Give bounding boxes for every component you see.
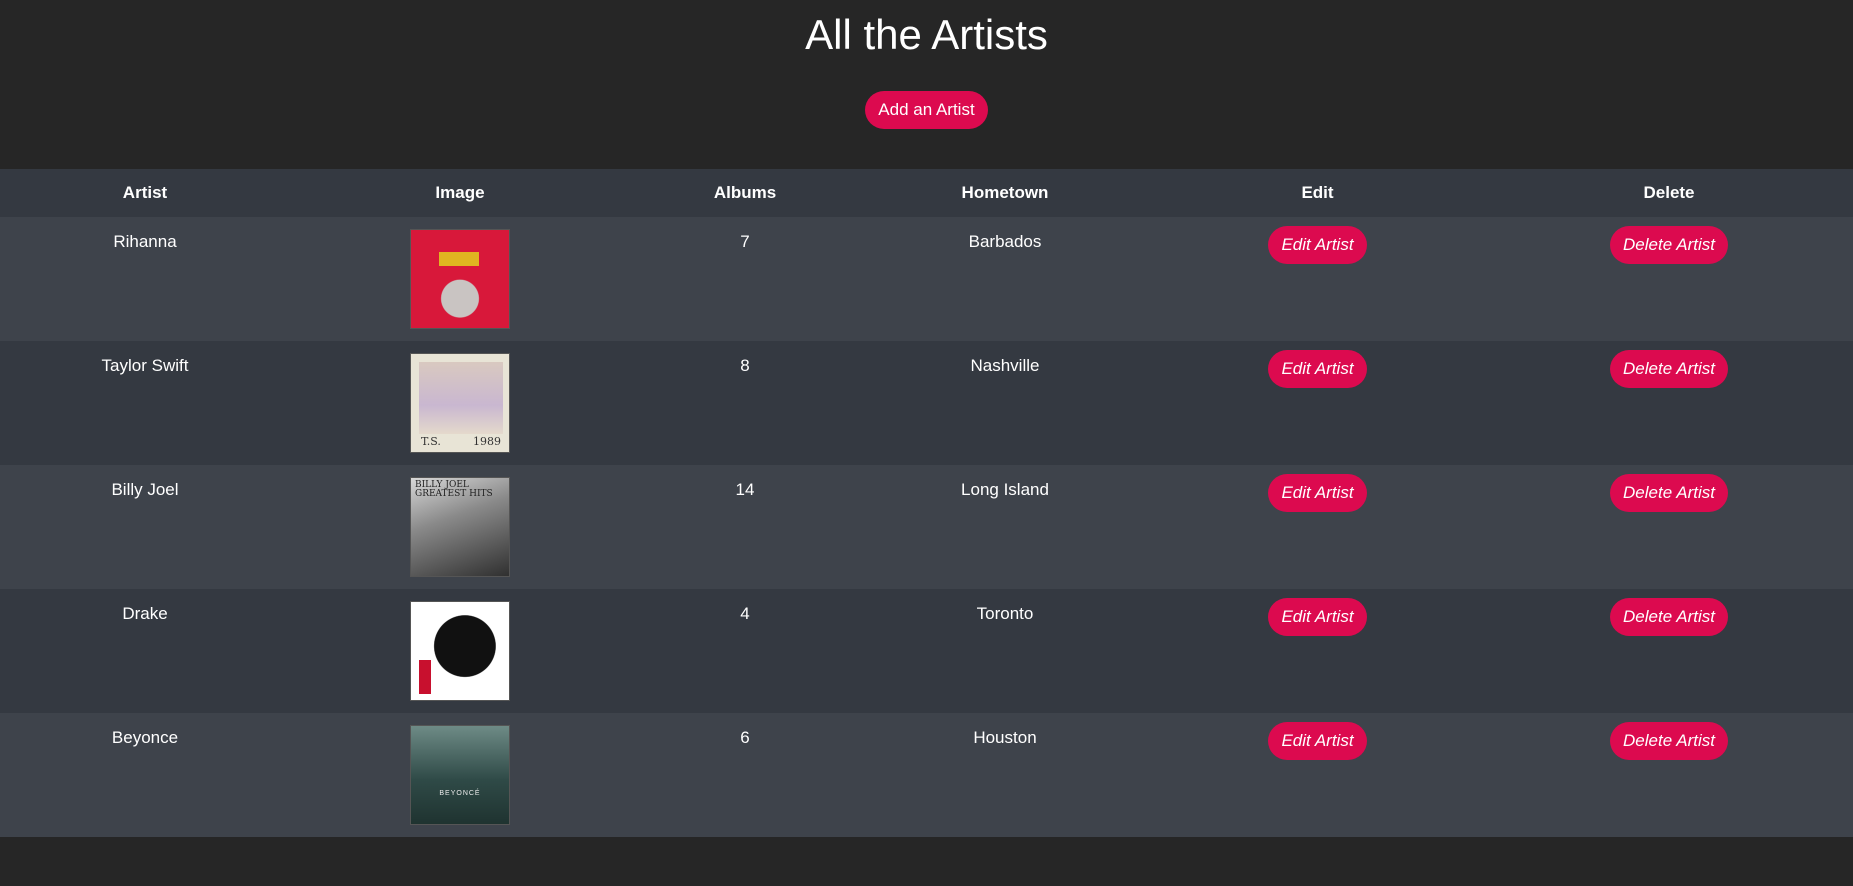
album-cover-image	[410, 229, 510, 329]
delete-artist-button[interactable]: Delete Artist	[1610, 598, 1728, 636]
cover-accent	[419, 660, 431, 694]
cover-caption: BEYONCÉ	[439, 790, 481, 797]
add-artist-button[interactable]: Add an Artist	[865, 91, 988, 129]
table-row: Taylor Swift T.S. 1989 8 Nashville Edit A…	[0, 341, 1853, 465]
edit-cell: Edit Artist	[1150, 217, 1485, 341]
image-cell: BILLY JOEL GREATEST HITS	[290, 465, 630, 589]
page-title: All the Artists	[805, 11, 1048, 58]
edit-artist-button[interactable]: Edit Artist	[1268, 226, 1367, 264]
album-count: 8	[630, 341, 860, 465]
edit-artist-button[interactable]: Edit Artist	[1268, 350, 1367, 388]
delete-artist-button[interactable]: Delete Artist	[1610, 350, 1728, 388]
table-row: Beyonce BEYONCÉ 6 Houston Edit Artist De…	[0, 713, 1853, 837]
image-cell	[290, 589, 630, 713]
edit-cell: Edit Artist	[1150, 713, 1485, 837]
column-header-image: Image	[290, 169, 630, 217]
cover-caption-right: 1989	[473, 435, 501, 448]
artist-name: Rihanna	[0, 217, 290, 341]
artists-table: Artist Image Albums Hometown Edit Delete…	[0, 169, 1853, 837]
delete-cell: Delete Artist	[1485, 713, 1853, 837]
edit-cell: Edit Artist	[1150, 465, 1485, 589]
delete-cell: Delete Artist	[1485, 465, 1853, 589]
image-cell: BEYONCÉ	[290, 713, 630, 837]
image-cell	[290, 217, 630, 341]
artist-name: Taylor Swift	[0, 341, 290, 465]
page-header: All the Artists Add an Artist	[0, 0, 1853, 169]
table-row: Rihanna 7 Barbados Edit Artist Delete Ar…	[0, 217, 1853, 341]
album-cover-image: BILLY JOEL GREATEST HITS	[410, 477, 510, 577]
hometown: Toronto	[860, 589, 1150, 713]
column-header-delete: Delete	[1485, 169, 1853, 217]
image-cell: T.S. 1989	[290, 341, 630, 465]
table-row: Billy Joel BILLY JOEL GREATEST HITS 14 L…	[0, 465, 1853, 589]
column-header-artist: Artist	[0, 169, 290, 217]
polaroid-photo	[419, 362, 503, 434]
artist-name: Beyonce	[0, 713, 290, 837]
edit-artist-button[interactable]: Edit Artist	[1268, 598, 1367, 636]
hometown: Barbados	[860, 217, 1150, 341]
album-count: 14	[630, 465, 860, 589]
column-header-hometown: Hometown	[860, 169, 1150, 217]
edit-artist-button[interactable]: Edit Artist	[1268, 474, 1367, 512]
crown-graphic	[439, 252, 479, 266]
edit-cell: Edit Artist	[1150, 589, 1485, 713]
cover-caption: BILLY JOEL GREATEST HITS	[415, 480, 493, 499]
album-cover-image: BEYONCÉ	[410, 725, 510, 825]
table-row: Drake 4 Toronto Edit Artist Delete Artis…	[0, 589, 1853, 713]
album-cover-image: T.S. 1989	[410, 353, 510, 453]
album-count: 4	[630, 589, 860, 713]
artist-name: Billy Joel	[0, 465, 290, 589]
column-header-albums: Albums	[630, 169, 860, 217]
delete-artist-button[interactable]: Delete Artist	[1610, 722, 1728, 760]
artist-name: Drake	[0, 589, 290, 713]
column-header-edit: Edit	[1150, 169, 1485, 217]
album-count: 7	[630, 217, 860, 341]
delete-cell: Delete Artist	[1485, 217, 1853, 341]
hometown: Houston	[860, 713, 1150, 837]
cover-caption: T.S. 1989	[421, 435, 501, 448]
album-count: 6	[630, 713, 860, 837]
album-cover-image	[410, 601, 510, 701]
hometown: Long Island	[860, 465, 1150, 589]
edit-artist-button[interactable]: Edit Artist	[1268, 722, 1367, 760]
delete-cell: Delete Artist	[1485, 589, 1853, 713]
edit-cell: Edit Artist	[1150, 341, 1485, 465]
delete-artist-button[interactable]: Delete Artist	[1610, 226, 1728, 264]
table-header-row: Artist Image Albums Hometown Edit Delete	[0, 169, 1853, 217]
delete-cell: Delete Artist	[1485, 341, 1853, 465]
delete-artist-button[interactable]: Delete Artist	[1610, 474, 1728, 512]
hometown: Nashville	[860, 341, 1150, 465]
cover-caption-left: T.S.	[421, 435, 441, 448]
